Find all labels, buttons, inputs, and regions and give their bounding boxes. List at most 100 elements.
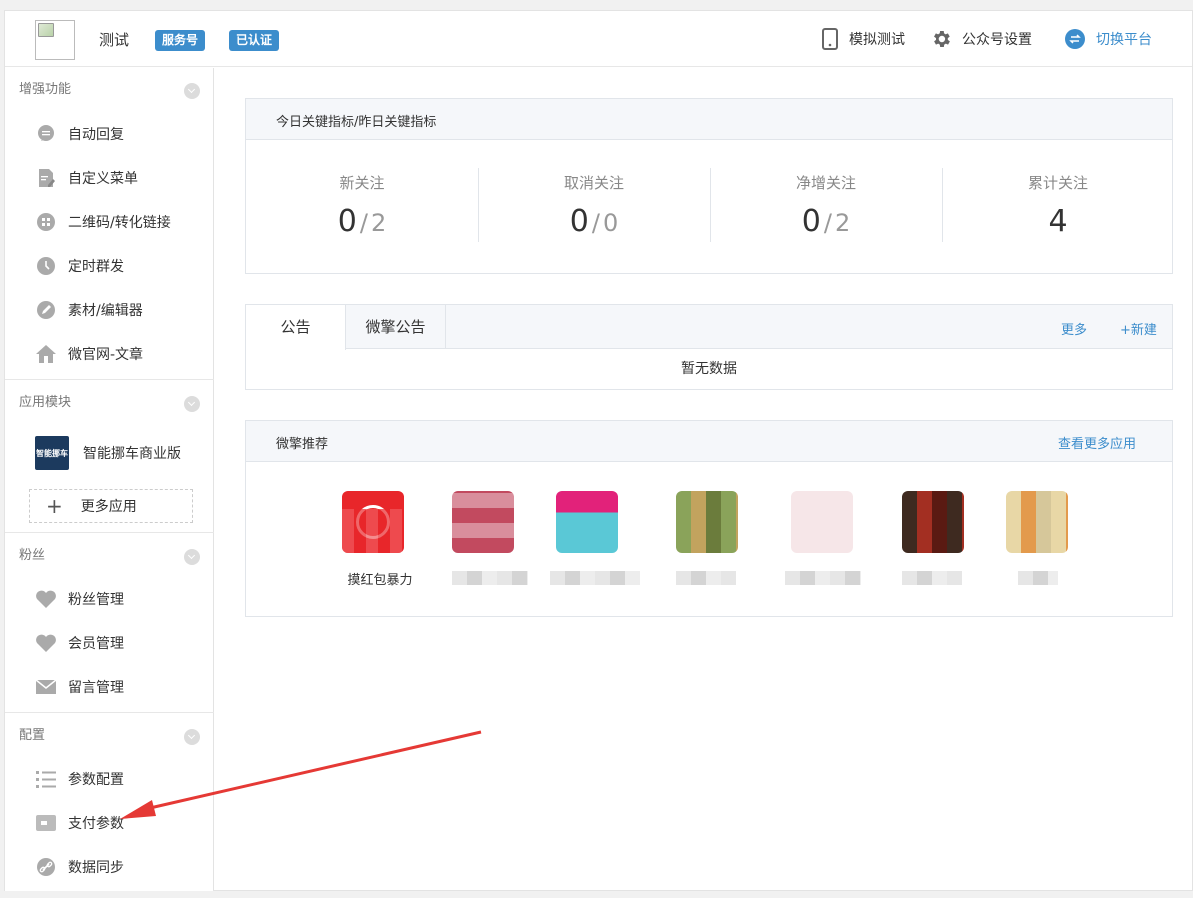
recommended-app[interactable] — [902, 491, 978, 585]
metrics-title: 今日关键指标/昨日关键指标 — [276, 115, 437, 130]
tab-notice[interactable]: 公告 — [246, 305, 346, 350]
sidebar-item-param-config[interactable]: 参数配置 — [35, 766, 124, 792]
clock-icon — [35, 255, 57, 277]
sidebar-section-app-modules[interactable]: 应用模块 — [5, 381, 214, 425]
stat-total: 4 — [1048, 204, 1068, 239]
home-icon — [35, 343, 57, 365]
section-title: 应用模块 — [19, 395, 72, 410]
sidebar-item-auto-reply[interactable]: 自动回复 — [35, 121, 124, 147]
sidebar-section-config[interactable]: 配置 — [5, 714, 214, 758]
stat-yesterday: 0 — [602, 209, 619, 237]
notice-more-link[interactable]: 更多 — [1061, 319, 1087, 338]
recommended-app[interactable] — [452, 491, 528, 585]
stat-value: 0/2 — [337, 204, 387, 239]
sidebar-item-data-sync[interactable]: 数据同步 — [35, 854, 124, 880]
recommended-app[interactable] — [1006, 491, 1082, 585]
sidebar-item-qrcode[interactable]: 二维码/转化链接 — [35, 209, 171, 235]
metrics-panel: 今日关键指标/昨日关键指标 新关注 0/2 取消关注 0/0 净增关注 0/2 … — [245, 98, 1173, 274]
phone-icon — [822, 28, 838, 50]
notice-new-link[interactable]: +新建 — [1120, 319, 1157, 338]
stat-net-follow: 净增关注 0/2 — [710, 140, 942, 273]
metrics-stats: 新关注 0/2 取消关注 0/0 净增关注 0/2 累计关注 4 — [246, 140, 1172, 273]
heart-icon — [35, 632, 57, 654]
stat-total-follow: 累计关注 4 — [942, 140, 1174, 273]
stat-yesterday: 2 — [834, 209, 851, 237]
stat-today: 0 — [569, 204, 589, 239]
app-name-placeholder — [550, 571, 640, 585]
stat-label: 取消关注 — [563, 174, 624, 192]
sidebar-item-message-manage[interactable]: 留言管理 — [35, 674, 124, 700]
notice-tabs: 公告 微擎公告 更多 +新建 — [246, 305, 1172, 350]
sidebar-item-fans-manage[interactable]: 粉丝管理 — [35, 586, 124, 612]
recommend-apps: 摸红包暴力 — [246, 462, 1172, 616]
collapse-icon[interactable] — [184, 549, 200, 565]
app-icon — [556, 491, 618, 553]
recommend-panel-header: 微擎推荐 查看更多应用 — [246, 421, 1172, 462]
sidebar-item-smart-parking[interactable]: 智能挪车 智能挪车商业版 — [35, 436, 181, 470]
section-title: 粉丝 — [19, 548, 46, 563]
simulate-test-link[interactable]: 模拟测试 — [821, 25, 905, 53]
sidebar-item-label: 数据同步 — [68, 860, 124, 876]
recommend-panel: 微擎推荐 查看更多应用 摸红包暴力 — [245, 420, 1173, 617]
recommended-app[interactable] — [785, 491, 867, 585]
collapse-icon[interactable] — [184, 396, 200, 412]
recommended-app[interactable]: 摸红包暴力 — [342, 491, 418, 588]
section-title: 增强功能 — [19, 82, 72, 97]
divider — [5, 712, 214, 713]
sidebar-item-micro-site[interactable]: 微官网-文章 — [35, 341, 143, 367]
switch-platform-link[interactable]: 切换平台 — [1064, 25, 1152, 53]
stat-label: 净增关注 — [795, 174, 856, 192]
qrcode-icon — [35, 211, 57, 233]
sidebar-section-enhance[interactable]: 增强功能 — [5, 68, 214, 112]
sidebar-item-custom-menu[interactable]: 自定义菜单 — [35, 165, 138, 191]
stat-value: 4 — [942, 204, 1174, 239]
sidebar-item-scheduled-send[interactable]: 定时群发 — [35, 253, 124, 279]
sidebar-item-label: 定时群发 — [68, 259, 124, 275]
sidebar-item-label: 微官网-文章 — [68, 347, 144, 363]
stat-value: 0/0 — [569, 204, 619, 239]
recommended-app[interactable] — [550, 491, 640, 585]
sidebar-item-label: 粉丝管理 — [68, 592, 124, 608]
stat-new-follow: 新关注 0/2 — [246, 140, 478, 273]
envelope-icon — [35, 676, 57, 698]
app-name-placeholder — [785, 571, 861, 585]
notice-panel: 公告 微擎公告 更多 +新建 暂无数据 — [245, 304, 1173, 390]
stat-yesterday: 2 — [370, 209, 387, 237]
sidebar-item-label: 会员管理 — [68, 636, 124, 652]
stat-today: 0 — [337, 204, 357, 239]
view-more-apps-link[interactable]: 查看更多应用 — [1058, 433, 1136, 452]
sidebar-item-label: 留言管理 — [68, 680, 124, 696]
app-thumbnail: 智能挪车 — [35, 436, 69, 470]
stat-today: 0 — [801, 204, 821, 239]
app-name-placeholder — [676, 571, 736, 585]
pencil-icon — [35, 299, 57, 321]
sidebar-section-fans[interactable]: 粉丝 — [5, 534, 214, 578]
recommended-app[interactable] — [676, 491, 752, 585]
heart-icon — [35, 588, 57, 610]
app-icon — [676, 491, 738, 553]
app-name-placeholder — [902, 571, 962, 585]
stat-label: 累计关注 — [1027, 174, 1088, 192]
stat-label: 新关注 — [339, 174, 385, 192]
app-frame: 测试 服务号 已认证 模拟测试 公众号设置 切换平台 增强功能 自动回复 自定义… — [4, 10, 1193, 891]
sidebar-item-label: 素材/编辑器 — [68, 303, 143, 319]
sidebar-item-label: 智能挪车商业版 — [83, 446, 181, 462]
collapse-icon[interactable] — [184, 729, 200, 745]
more-apps-label: 更多应用 — [80, 499, 137, 515]
gear-icon — [934, 31, 950, 47]
top-header: 测试 服务号 已认证 模拟测试 公众号设置 切换平台 — [5, 11, 1192, 67]
metrics-panel-header: 今日关键指标/昨日关键指标 — [246, 99, 1172, 140]
document-edit-icon — [35, 167, 57, 189]
switch-icon — [1065, 29, 1085, 49]
stat-unfollow: 取消关注 0/0 — [478, 140, 710, 273]
sidebar-item-material-editor[interactable]: 素材/编辑器 — [35, 297, 143, 323]
more-apps-button[interactable]: + 更多应用 — [29, 489, 193, 523]
account-name: 测试 — [99, 31, 130, 49]
sidebar-item-member-manage[interactable]: 会员管理 — [35, 630, 124, 656]
app-name-placeholder — [452, 571, 528, 585]
sidebar-item-payment-params[interactable]: 支付参数 — [35, 810, 124, 836]
tab-we7-notice[interactable]: 微擎公告 — [346, 305, 446, 349]
collapse-icon[interactable] — [184, 83, 200, 99]
account-settings-link[interactable]: 公众号设置 — [930, 25, 1032, 53]
app-icon — [452, 491, 514, 553]
